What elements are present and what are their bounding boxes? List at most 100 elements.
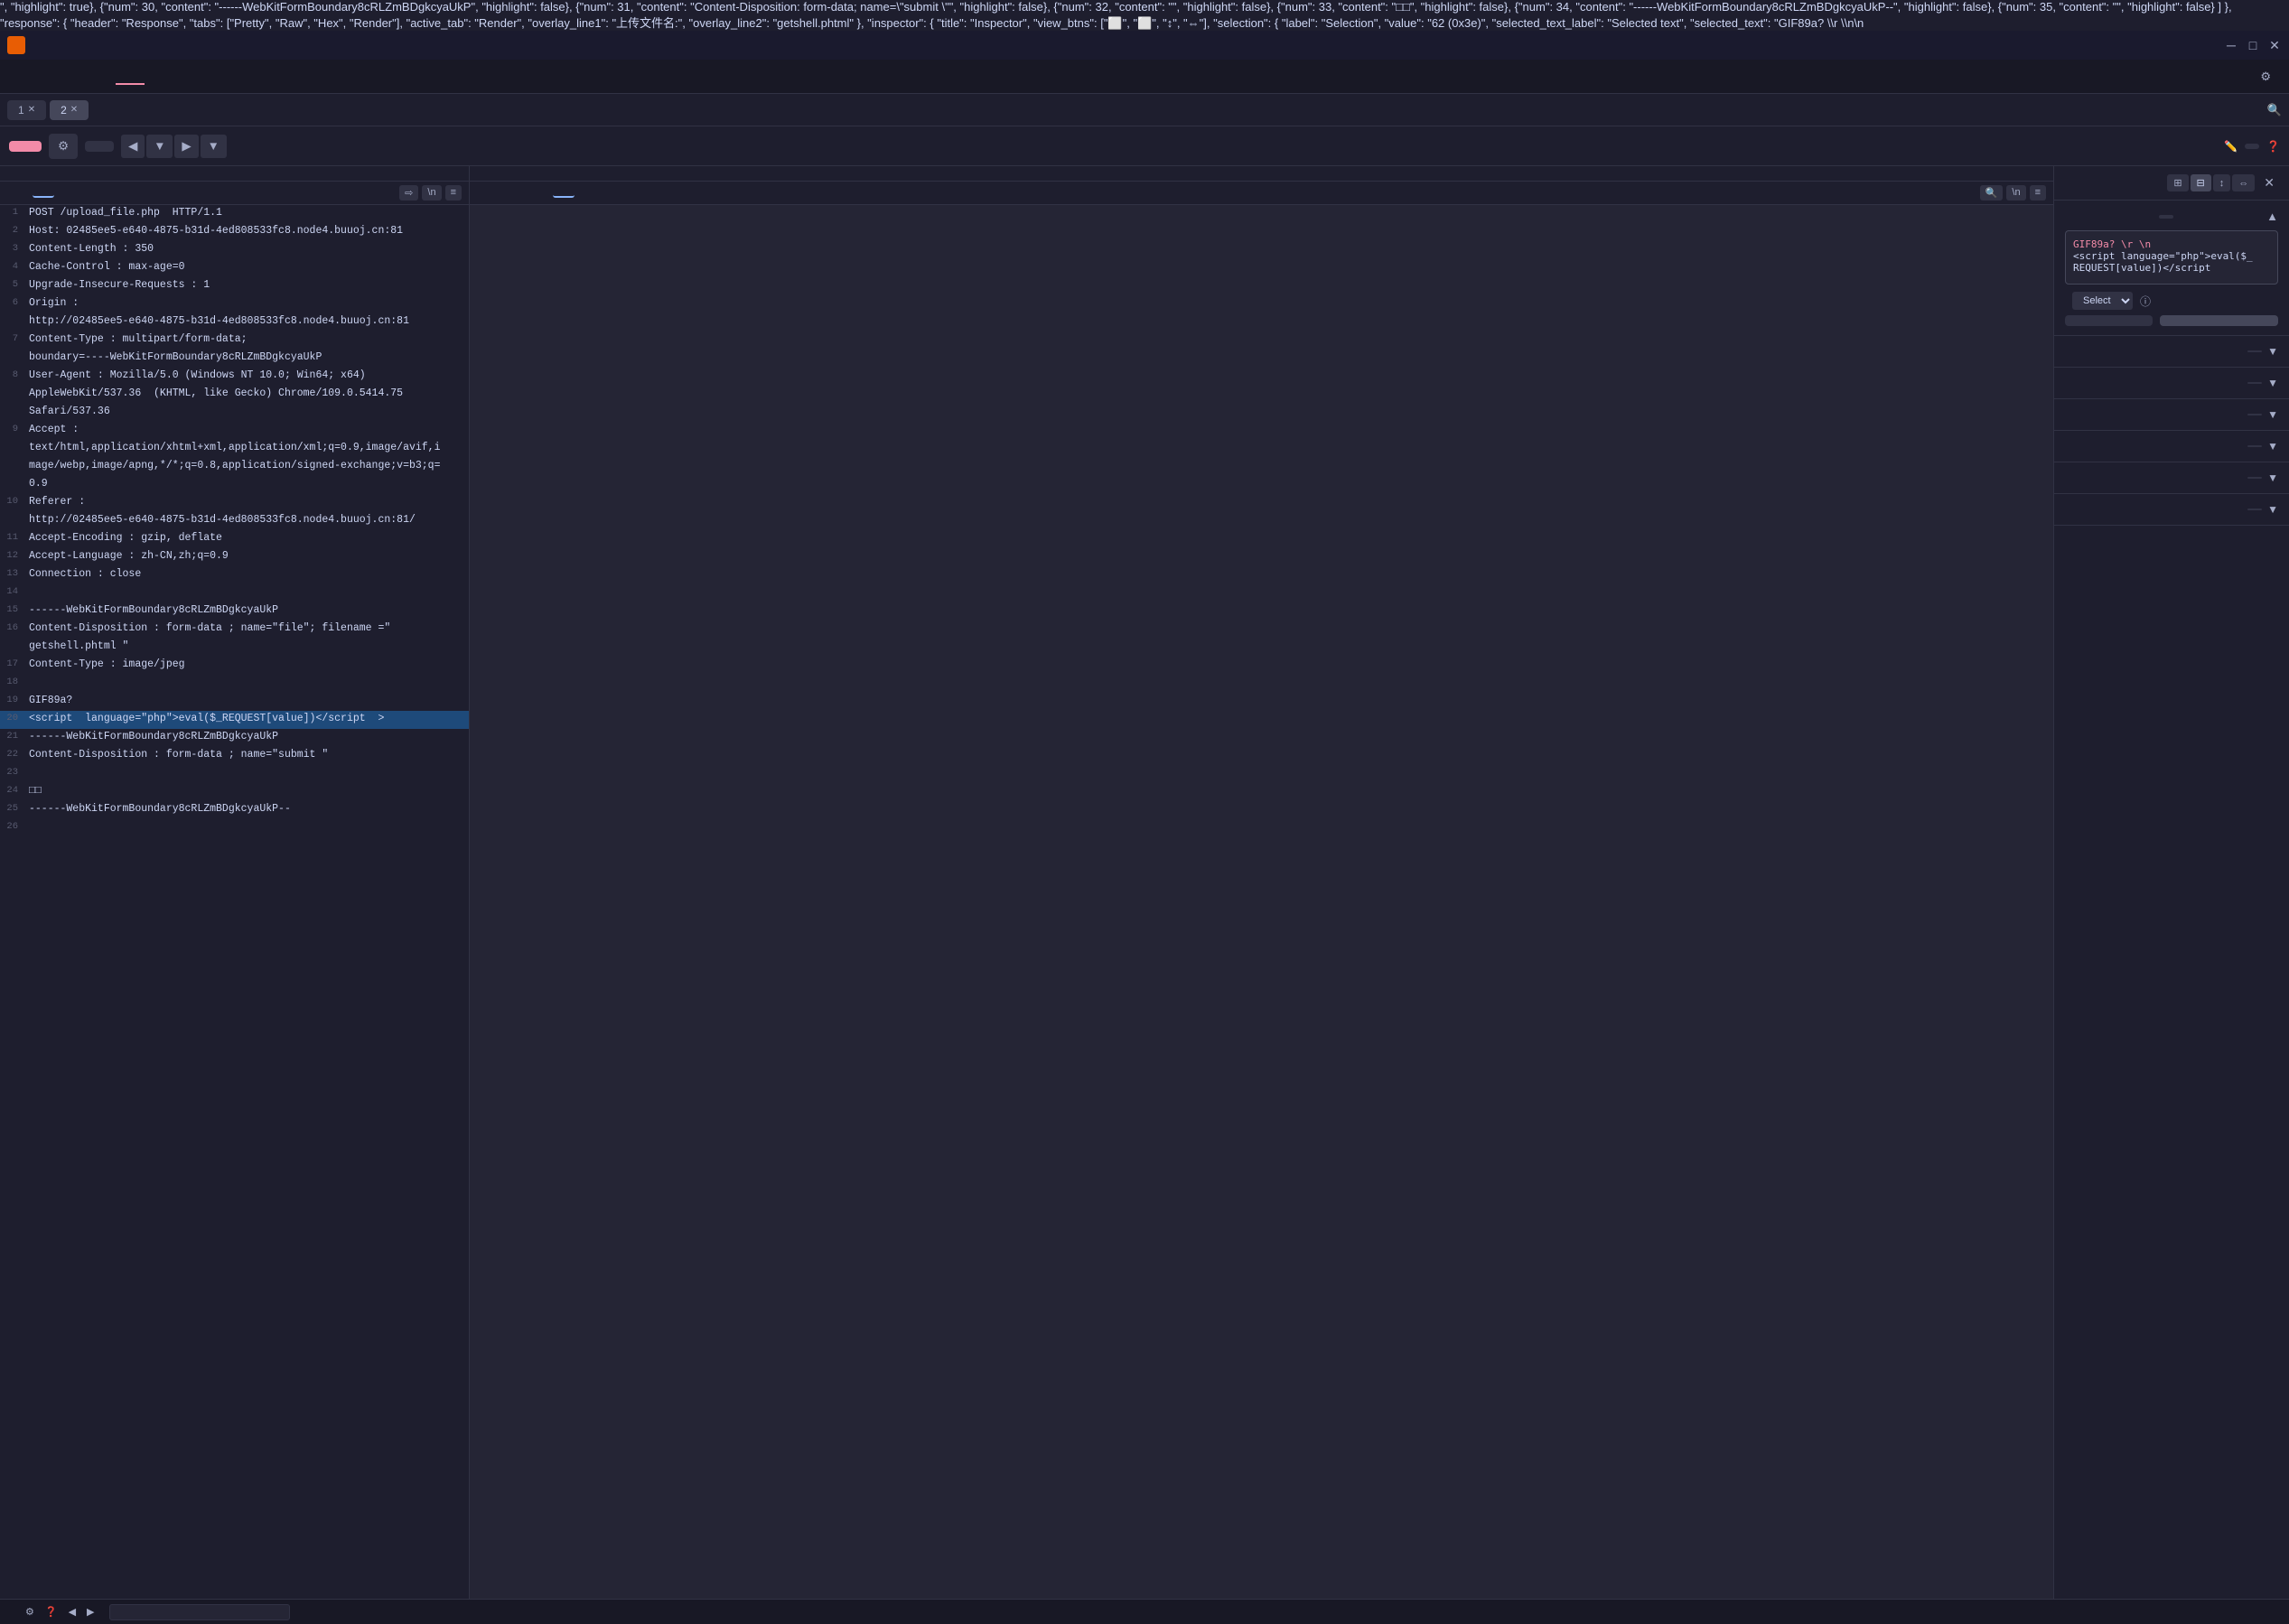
request-cookies-chevron-icon: ▼ — [2267, 440, 2278, 453]
response-tab-render[interactable] — [553, 189, 575, 198]
accordion-request-cookies: ▼ — [2054, 431, 2289, 462]
tab-decoder[interactable] — [202, 69, 231, 85]
response-tab-raw[interactable] — [502, 190, 524, 197]
request-code-area[interactable]: 1 POST /upload_file.php HTTP/1.1 2 Host:… — [0, 205, 469, 1599]
request-tab-pretty[interactable] — [7, 190, 29, 197]
menu-repeater[interactable] — [92, 42, 110, 49]
menu-project[interactable] — [52, 42, 70, 49]
response-more-icon[interactable]: ≡ — [2030, 185, 2046, 201]
tab-repeater[interactable] — [116, 69, 145, 85]
gear-icon: ⚙ — [2260, 70, 2271, 84]
response-wrap-icon[interactable]: \n — [2006, 185, 2025, 201]
close-tab-1-icon[interactable]: ✕ — [28, 105, 35, 115]
response-panel-tabs: 🔍 \n ≡ — [470, 182, 2053, 205]
tab-comparer[interactable] — [231, 69, 260, 85]
request-tab-actions: ⇨ \n ≡ — [399, 185, 462, 201]
next-button[interactable]: ▶ — [174, 135, 198, 158]
repeater-tab-1[interactable]: 1 ✕ — [7, 100, 46, 120]
status-settings-icon[interactable]: ⚙ — [22, 1605, 38, 1619]
request-header — [0, 166, 469, 182]
response-search-icon[interactable]: 🔍 — [1980, 185, 2004, 201]
main-content: ⇨ \n ≡ 1 POST /upload_file.php HTTP/1.1 … — [0, 166, 2289, 1599]
search-input[interactable] — [109, 1604, 290, 1620]
decoded-info-icon[interactable]: ⓘ — [2140, 294, 2151, 309]
request-tab-raw[interactable] — [33, 189, 54, 198]
inspector-cancel-button[interactable] — [2065, 315, 2153, 326]
accordion-request-attributes-header[interactable]: ▼ — [2054, 336, 2289, 367]
settings-button[interactable]: ⚙ — [2246, 62, 2289, 91]
cancel-button[interactable] — [85, 141, 114, 152]
accordion-request-cookies-header[interactable]: ▼ — [2054, 431, 2289, 462]
close-tab-2-icon[interactable]: ✕ — [70, 105, 78, 115]
response-headers-chevron-icon: ▼ — [2267, 503, 2278, 516]
request-tab-hex[interactable] — [58, 190, 79, 197]
inspector-close-button[interactable]: ✕ — [2260, 173, 2278, 192]
response-tab-hex[interactable] — [528, 190, 549, 197]
tab-logger[interactable] — [260, 69, 289, 85]
menu-burp[interactable] — [33, 42, 51, 49]
close-button[interactable]: ✕ — [2267, 38, 2282, 52]
code-line-8: 7 Content-Type : multipart/form-data; — [0, 331, 469, 350]
inspector-view-btn-4[interactable]: ⇔ — [2232, 174, 2255, 191]
code-line-14: text/html,application/xhtml+xml,applicat… — [0, 440, 469, 458]
code-line-24: 16 Content-Disposition : form-data ; nam… — [0, 621, 469, 639]
next-dropdown-button[interactable]: ▼ — [201, 135, 227, 158]
add-tab-button[interactable] — [92, 107, 107, 114]
accordion-response-headers-header[interactable]: ▼ — [2054, 494, 2289, 525]
send-to-icon[interactable]: ⇨ — [399, 185, 418, 201]
maximize-button[interactable]: □ — [2246, 38, 2260, 52]
tab-target[interactable] — [29, 69, 58, 85]
status-next-button[interactable]: ▶ — [83, 1605, 98, 1619]
tab-dashboard[interactable] — [0, 69, 29, 85]
minimize-button[interactable]: ─ — [2224, 38, 2238, 52]
tab-extensions[interactable] — [289, 69, 318, 85]
code-line-15: mage/webp,image/apng,*/*;q=0.8,applicati… — [0, 458, 469, 476]
tab-intruder[interactable] — [87, 69, 116, 85]
tab-collaborator[interactable] — [145, 69, 173, 85]
prev-button[interactable]: ◀ — [121, 135, 145, 158]
inspector-view-btn-3[interactable]: ↕ — [2213, 174, 2231, 191]
code-line-10: 8 User-Agent : Mozilla/5.0 (Windows NT 1… — [0, 368, 469, 386]
wrap-icon[interactable]: \n — [422, 185, 441, 201]
accordion-request-headers-header[interactable]: ▼ — [2054, 462, 2289, 493]
action-buttons — [2065, 315, 2278, 326]
tab-sequencer[interactable] — [173, 69, 202, 85]
code-line-35: 26 — [0, 819, 469, 837]
help-icon[interactable]: ❓ — [2266, 140, 2280, 153]
accordion-response-headers: ▼ — [2054, 494, 2289, 526]
request-body-params-count — [2247, 414, 2262, 415]
request-query-params-count — [2247, 382, 2262, 384]
response-tab-pretty[interactable] — [477, 190, 499, 197]
toolbar: ⚙ ◀ ▼ ▶ ▼ ✏️ ❓ — [0, 126, 2289, 166]
inspector-view-btn-2[interactable]: ⊟ — [2191, 174, 2211, 191]
menu-window[interactable] — [112, 42, 130, 49]
accordion-request-body-params-header[interactable]: ▼ — [2054, 399, 2289, 430]
status-prev-button[interactable]: ◀ — [65, 1605, 79, 1619]
code-line-28: 19 GIF89a? — [0, 693, 469, 711]
tab-captcha-killer[interactable] — [347, 69, 376, 85]
tab-learn[interactable] — [318, 69, 347, 85]
inspector-view-btn-1[interactable]: ⊞ — [2167, 174, 2188, 191]
status-help-icon[interactable]: ❓ — [42, 1605, 61, 1619]
tab-proxy[interactable] — [58, 69, 87, 85]
code-line-19: 11 Accept-Encoding : gzip, deflate — [0, 530, 469, 548]
menu-intruder[interactable] — [72, 42, 90, 49]
nav-buttons: ◀ ▼ ▶ ▼ — [121, 135, 227, 158]
code-line-31: 22 Content-Disposition : form-data ; nam… — [0, 747, 469, 765]
response-tab-actions: 🔍 \n ≡ — [1980, 185, 2046, 201]
edit-target-icon[interactable]: ✏️ — [2224, 140, 2238, 153]
nav-dropdown-button[interactable]: ▼ — [146, 135, 173, 158]
accordion-request-query-params-header[interactable]: ▼ — [2054, 368, 2289, 398]
repeater-tab-2[interactable]: 2 ✕ — [50, 100, 89, 120]
apply-changes-button[interactable] — [2160, 315, 2278, 326]
repeater-search-icon[interactable]: 🔍 — [2267, 103, 2282, 117]
send-button[interactable] — [9, 141, 42, 152]
http-version-selector[interactable] — [2245, 144, 2259, 149]
request-body-params-chevron-icon: ▼ — [2267, 408, 2278, 421]
decoded-select[interactable]: Select — [2072, 292, 2133, 310]
settings-icon-button[interactable]: ⚙ — [49, 134, 78, 159]
selection-chevron-icon[interactable]: ▲ — [2266, 210, 2278, 223]
more-icon[interactable]: ≡ — [445, 185, 462, 201]
menu-help[interactable] — [132, 42, 150, 49]
code-line-30: 21 ------WebKitFormBoundary8cRLZmBDgkcya… — [0, 729, 469, 747]
